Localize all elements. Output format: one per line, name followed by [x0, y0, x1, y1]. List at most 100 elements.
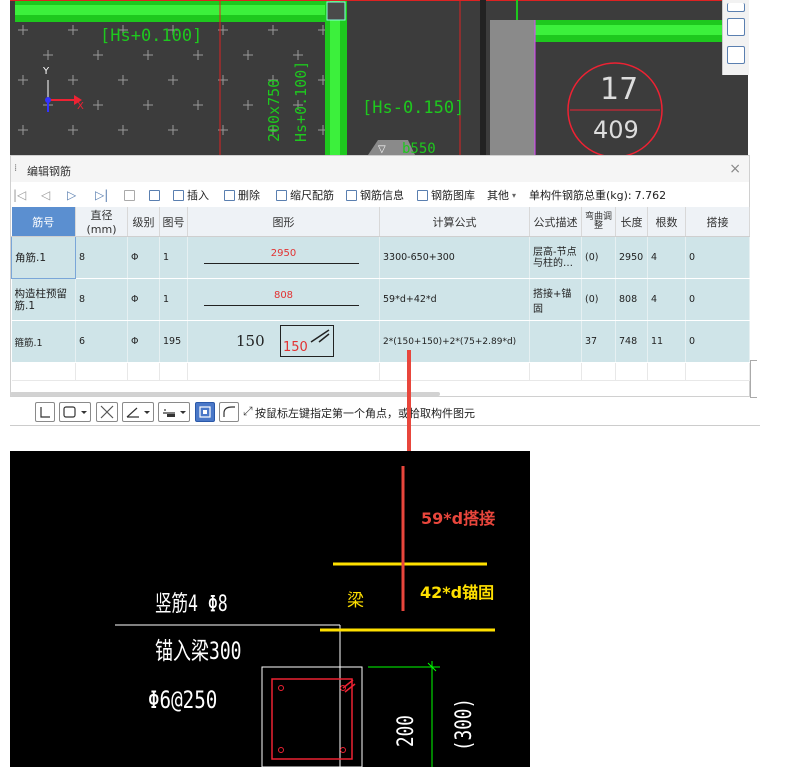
cell-shape[interactable]: 808 — [187, 278, 380, 321]
cell-desc[interactable]: 搭接+锚固 — [529, 278, 582, 321]
cell-diameter[interactable]: 8 — [75, 236, 128, 279]
horizontal-scrollbar[interactable] — [10, 392, 440, 396]
cell-length[interactable]: 2950 — [615, 236, 648, 279]
cell-length[interactable]: 748 — [615, 320, 648, 363]
cell-bend[interactable]: (0) — [581, 278, 616, 321]
cell-bend[interactable]: (0) — [581, 236, 616, 279]
move-up-icon — [124, 189, 135, 201]
draw-toolbar: ⤢ 按鼠标左键指定第一个角点，或拾取构件图元 — [35, 402, 735, 424]
delete-button[interactable]: 删除 — [224, 187, 260, 203]
cell-bend[interactable]: 37 — [581, 320, 616, 363]
col-header-length[interactable]: 长度 — [615, 207, 648, 237]
col-header-diameter[interactable]: 直径(mm) — [75, 207, 128, 237]
close-icon[interactable]: × — [729, 161, 741, 177]
cell-grade[interactable]: Φ — [127, 236, 160, 279]
move-up-button[interactable] — [124, 187, 135, 203]
cell-diameter[interactable]: 8 — [75, 278, 128, 321]
table-row[interactable]: 构造柱预留筋.1 8 Φ 1 808 59*d+42*d 搭接+锚固 (0) 8… — [11, 278, 750, 321]
grid-circle-value: 409 — [593, 116, 639, 144]
prev-record-icon[interactable]: ◁ — [41, 188, 50, 202]
dim-200-label: 200 — [394, 715, 419, 747]
offset-dropdown[interactable] — [158, 402, 190, 422]
angle-dropdown[interactable] — [122, 402, 154, 422]
other-menu-button[interactable]: 其他 ▾ — [487, 187, 516, 203]
scale-rebar-button[interactable]: 缩尺配筋 — [276, 187, 334, 203]
col-header-count[interactable]: 根数 — [647, 207, 686, 237]
cell-shape[interactable]: 150 150 — [187, 320, 380, 363]
cell-count[interactable]: 4 — [647, 278, 686, 321]
col-header-bend[interactable]: 弯曲调整 — [581, 207, 616, 237]
editor-toolbar: |◁ ◁ ▷ ▷| 插入 删除 缩尺配筋 钢筋信息 钢筋图库 其他 ▾ 单构件钢筋… — [11, 184, 749, 206]
cell-name[interactable]: 箍筋.1 — [11, 320, 76, 363]
rebar-library-button[interactable]: 钢筋图库 — [417, 187, 475, 203]
cell-grade[interactable]: Φ — [127, 278, 160, 321]
cell-name[interactable]: 构造柱预留筋.1 — [11, 278, 76, 321]
cell-formula[interactable]: 3300-650+300 — [379, 236, 530, 279]
cell-count[interactable]: 11 — [647, 320, 686, 363]
cell-desc[interactable]: 层高-节点与柱的… — [529, 236, 582, 279]
arc-icon[interactable] — [219, 402, 239, 422]
vertical-rebar-label: 竖筋4 Φ8 — [155, 592, 228, 617]
cell-fig-no[interactable]: 195 — [159, 320, 188, 363]
cell-grade[interactable]: Φ — [127, 320, 160, 363]
divider — [10, 425, 760, 426]
section-size-label: 200x750 — [265, 78, 283, 142]
cell-name[interactable]: 角筋.1 — [11, 236, 76, 279]
drag-handle-icon[interactable]: ⁞ — [14, 163, 17, 174]
hs-top-label: [Hs+0.100] — [100, 26, 203, 46]
rebar-info-label: 钢筋信息 — [360, 189, 404, 202]
cell-formula[interactable]: 59*d+42*d — [379, 278, 530, 321]
cad-viewport-top[interactable]: ▽ [Hs+0.100] Hs+0.100] 200x750 [Hs-0.150… — [10, 0, 748, 155]
rebar-editor-panel: ⁞ 编辑钢筋 × |◁ ◁ ▷ ▷| 插入 删除 缩尺配筋 钢筋信息 钢筋图库 … — [10, 155, 750, 397]
view-corner-icon[interactable] — [727, 3, 745, 12]
cell-shape[interactable]: 2950 — [187, 236, 380, 279]
anchor-label: 锚入梁300 — [155, 637, 242, 665]
draw-line-icon[interactable] — [35, 402, 55, 422]
cell-lap[interactable]: 0 — [685, 278, 750, 321]
cell-length[interactable]: 808 — [615, 278, 648, 321]
stirrup-dim-left: 150 — [236, 332, 265, 350]
cell-lap[interactable]: 0 — [685, 236, 750, 279]
cell-count[interactable]: 4 — [647, 236, 686, 279]
right-side-toolbar — [722, 0, 749, 75]
anchor-annotation: 42*d锚固 — [420, 583, 495, 602]
stirrup-label: Φ6@250 — [148, 686, 218, 714]
col-header-grade[interactable]: 级别 — [127, 207, 160, 237]
col-header-shape[interactable]: 图形 — [187, 207, 380, 237]
total-weight-value: 7.762 — [634, 188, 667, 202]
table-header-row: 筋号 直径(mm) 级别 图号 图形 计算公式 公式描述 弯曲调整 长度 根数 … — [11, 207, 750, 237]
cell-lap[interactable]: 0 — [685, 320, 750, 363]
shape-dim: 2950 — [270, 248, 297, 259]
chevron-down-icon: ▾ — [512, 190, 517, 200]
table-row-empty[interactable] — [11, 362, 750, 381]
editor-title-bar[interactable]: ⁞ 编辑钢筋 × — [11, 156, 749, 182]
insert-button[interactable]: 插入 — [173, 187, 209, 203]
next-record-icon[interactable]: ▷ — [67, 188, 76, 202]
cell-diameter[interactable]: 6 — [75, 320, 128, 363]
view-cube-icon[interactable] — [727, 18, 745, 36]
insert-icon — [173, 189, 184, 201]
col-header-lap[interactable]: 搭接 — [685, 207, 750, 237]
cad-viewport-bottom[interactable]: 竖筋4 Φ8 锚入梁300 Φ6@250 200 (300) 梁 — [10, 451, 530, 767]
last-record-icon[interactable]: ▷| — [95, 188, 108, 202]
draw-rect-dropdown[interactable] — [59, 402, 91, 422]
cell-desc[interactable] — [529, 320, 582, 363]
trash-icon — [224, 189, 235, 201]
cell-fig-no[interactable]: 1 — [159, 236, 188, 279]
table-row[interactable]: 角筋.1 8 Φ 1 2950 3300-650+300 层高-节点与柱的… (… — [11, 236, 750, 279]
pick-element-icon[interactable] — [195, 402, 215, 422]
cell-formula[interactable]: 2*(150+150)+2*(75+2.89*d) — [379, 320, 530, 363]
properties-icon[interactable] — [727, 46, 745, 64]
table-row[interactable]: 箍筋.1 6 Φ 195 150 150 2*(150+150)+2*(75+2… — [11, 320, 750, 363]
rebar-info-button[interactable]: 钢筋信息 — [346, 187, 404, 203]
grid-circle-number: 17 — [600, 72, 639, 107]
col-header-desc[interactable]: 公式描述 — [529, 207, 582, 237]
col-header-name[interactable]: 筋号 — [11, 207, 76, 237]
first-record-icon[interactable]: |◁ — [13, 188, 26, 202]
cell-fig-no[interactable]: 1 — [159, 278, 188, 321]
cross-delete-icon[interactable] — [96, 402, 118, 422]
stirrup-dim-inner: 150 — [283, 340, 308, 355]
col-header-formula[interactable]: 计算公式 — [379, 207, 530, 237]
col-header-fig-no[interactable]: 图号 — [159, 207, 188, 237]
move-down-button[interactable] — [149, 187, 160, 203]
